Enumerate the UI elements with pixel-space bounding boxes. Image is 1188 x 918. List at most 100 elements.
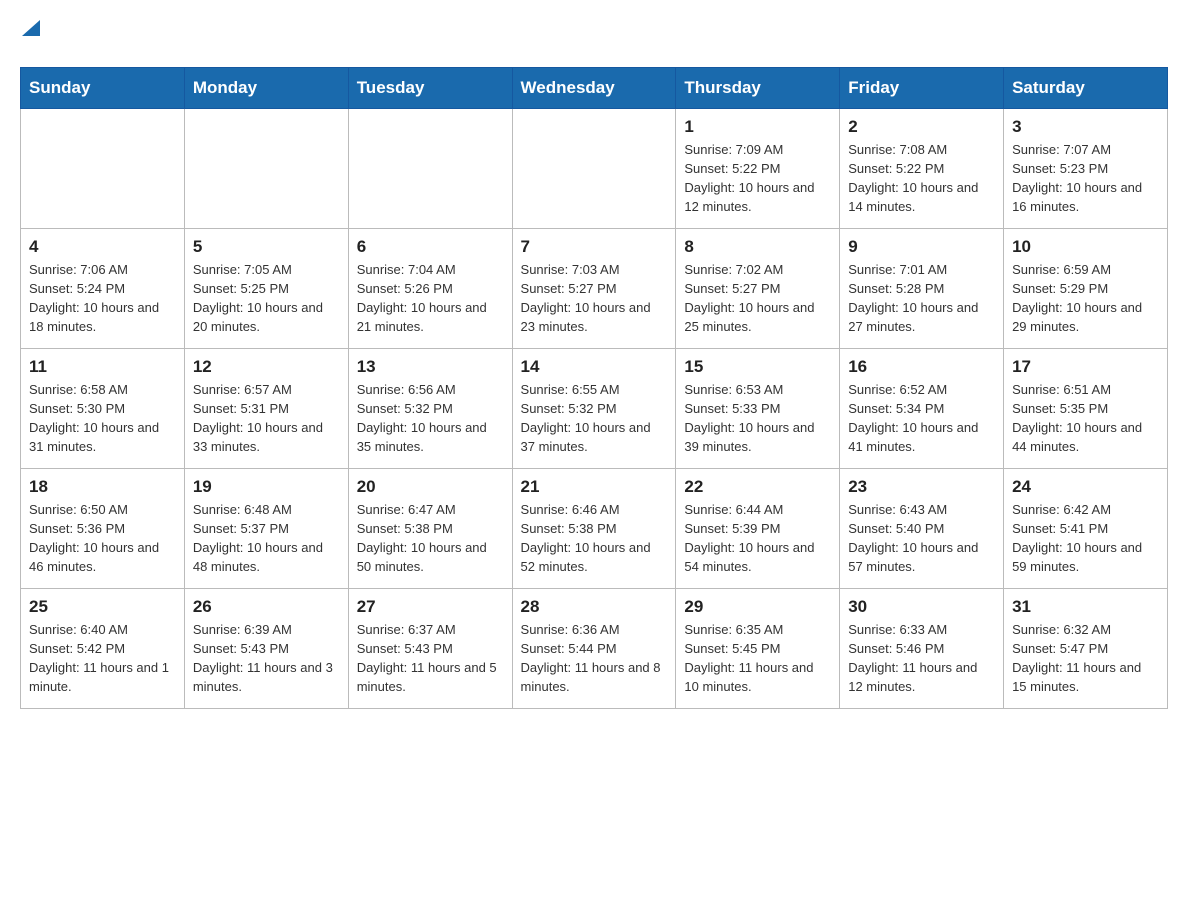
calendar-cell: 15 Sunrise: 6:53 AMSunset: 5:33 PMDayligh…	[676, 349, 840, 469]
calendar-table: SundayMondayTuesdayWednesdayThursdayFrid…	[20, 67, 1168, 709]
day-number: 7	[521, 237, 668, 257]
weekday-header-sunday: Sunday	[21, 68, 185, 109]
day-number: 30	[848, 597, 995, 617]
day-info: Sunrise: 7:08 AMSunset: 5:22 PMDaylight:…	[848, 141, 995, 216]
day-number: 2	[848, 117, 995, 137]
weekday-header-wednesday: Wednesday	[512, 68, 676, 109]
day-number: 10	[1012, 237, 1159, 257]
calendar-cell: 6 Sunrise: 7:04 AMSunset: 5:26 PMDaylight…	[348, 229, 512, 349]
logo	[20, 20, 58, 47]
day-info: Sunrise: 6:44 AMSunset: 5:39 PMDaylight:…	[684, 501, 831, 576]
day-number: 29	[684, 597, 831, 617]
day-info: Sunrise: 7:09 AMSunset: 5:22 PMDaylight:…	[684, 141, 831, 216]
calendar-cell: 16Sunrise: 6:52 AMSunset: 5:34 PMDayligh…	[840, 349, 1004, 469]
calendar-cell: 19 Sunrise: 6:48 AMSunset: 5:37 PMDayligh…	[184, 469, 348, 589]
day-info: Sunrise: 6:36 AMSunset: 5:44 PMDaylight:…	[521, 621, 668, 696]
day-number: 13	[357, 357, 504, 377]
day-number: 17	[1012, 357, 1159, 377]
day-number: 14	[521, 357, 668, 377]
calendar-week-2: 4 Sunrise: 7:06 AMSunset: 5:24 PMDaylight…	[21, 229, 1168, 349]
calendar-cell	[512, 109, 676, 229]
day-info: Sunrise: 6:59 AMSunset: 5:29 PMDaylight:…	[1012, 261, 1159, 336]
calendar-cell: 12 Sunrise: 6:57 AMSunset: 5:31 PMDayligh…	[184, 349, 348, 469]
day-info: Sunrise: 6:33 AMSunset: 5:46 PMDaylight:…	[848, 621, 995, 696]
calendar-cell: 13 Sunrise: 6:56 AMSunset: 5:32 PMDayligh…	[348, 349, 512, 469]
day-info: Sunrise: 7:03 AMSunset: 5:27 PMDaylight:…	[521, 261, 668, 336]
day-info: Sunrise: 6:58 AMSunset: 5:30 PMDaylight:…	[29, 381, 176, 456]
day-info: Sunrise: 6:56 AMSunset: 5:32 PMDaylight:…	[357, 381, 504, 456]
day-info: Sunrise: 6:47 AMSunset: 5:38 PMDaylight:…	[357, 501, 504, 576]
calendar-cell: 25Sunrise: 6:40 AMSunset: 5:42 PMDayligh…	[21, 589, 185, 709]
day-info: Sunrise: 6:32 AMSunset: 5:47 PMDaylight:…	[1012, 621, 1159, 696]
weekday-header-saturday: Saturday	[1004, 68, 1168, 109]
day-info: Sunrise: 6:57 AMSunset: 5:31 PMDaylight:…	[193, 381, 340, 456]
calendar-cell: 3 Sunrise: 7:07 AMSunset: 5:23 PMDaylight…	[1004, 109, 1168, 229]
calendar-cell: 9 Sunrise: 7:01 AMSunset: 5:28 PMDaylight…	[840, 229, 1004, 349]
day-number: 8	[684, 237, 831, 257]
calendar-cell: 5Sunrise: 7:05 AMSunset: 5:25 PMDaylight…	[184, 229, 348, 349]
day-info: Sunrise: 6:37 AMSunset: 5:43 PMDaylight:…	[357, 621, 504, 696]
calendar-cell: 4 Sunrise: 7:06 AMSunset: 5:24 PMDaylight…	[21, 229, 185, 349]
calendar-cell: 7 Sunrise: 7:03 AMSunset: 5:27 PMDaylight…	[512, 229, 676, 349]
calendar-cell: 1 Sunrise: 7:09 AMSunset: 5:22 PMDaylight…	[676, 109, 840, 229]
day-info: Sunrise: 6:42 AMSunset: 5:41 PMDaylight:…	[1012, 501, 1159, 576]
calendar-cell: 22 Sunrise: 6:44 AMSunset: 5:39 PMDayligh…	[676, 469, 840, 589]
day-number: 18	[29, 477, 176, 497]
day-number: 1	[684, 117, 831, 137]
weekday-header-tuesday: Tuesday	[348, 68, 512, 109]
weekday-header-monday: Monday	[184, 68, 348, 109]
calendar-cell: 11 Sunrise: 6:58 AMSunset: 5:30 PMDayligh…	[21, 349, 185, 469]
calendar-cell: 26Sunrise: 6:39 AMSunset: 5:43 PMDayligh…	[184, 589, 348, 709]
calendar-cell	[184, 109, 348, 229]
day-info: Sunrise: 6:53 AMSunset: 5:33 PMDaylight:…	[684, 381, 831, 456]
day-info: Sunrise: 6:48 AMSunset: 5:37 PMDaylight:…	[193, 501, 340, 576]
day-number: 28	[521, 597, 668, 617]
day-number: 3	[1012, 117, 1159, 137]
calendar-week-4: 18 Sunrise: 6:50 AMSunset: 5:36 PMDayligh…	[21, 469, 1168, 589]
day-info: Sunrise: 6:39 AMSunset: 5:43 PMDaylight:…	[193, 621, 340, 696]
day-number: 21	[521, 477, 668, 497]
day-number: 27	[357, 597, 504, 617]
day-info: Sunrise: 7:05 AMSunset: 5:25 PMDaylight:…	[193, 261, 340, 336]
calendar-week-1: 1 Sunrise: 7:09 AMSunset: 5:22 PMDaylight…	[21, 109, 1168, 229]
day-number: 23	[848, 477, 995, 497]
day-number: 12	[193, 357, 340, 377]
calendar-cell: 10 Sunrise: 6:59 AMSunset: 5:29 PMDayligh…	[1004, 229, 1168, 349]
calendar-cell	[348, 109, 512, 229]
weekday-header-thursday: Thursday	[676, 68, 840, 109]
day-info: Sunrise: 7:01 AMSunset: 5:28 PMDaylight:…	[848, 261, 995, 336]
calendar-cell: 8Sunrise: 7:02 AMSunset: 5:27 PMDaylight…	[676, 229, 840, 349]
calendar-cell: 14 Sunrise: 6:55 AMSunset: 5:32 PMDayligh…	[512, 349, 676, 469]
day-info: Sunrise: 6:46 AMSunset: 5:38 PMDaylight:…	[521, 501, 668, 576]
calendar-cell: 2 Sunrise: 7:08 AMSunset: 5:22 PMDaylight…	[840, 109, 1004, 229]
calendar-header-row: SundayMondayTuesdayWednesdayThursdayFrid…	[21, 68, 1168, 109]
day-info: Sunrise: 6:50 AMSunset: 5:36 PMDaylight:…	[29, 501, 176, 576]
calendar-cell: 18 Sunrise: 6:50 AMSunset: 5:36 PMDayligh…	[21, 469, 185, 589]
day-info: Sunrise: 7:07 AMSunset: 5:23 PMDaylight:…	[1012, 141, 1159, 216]
day-number: 15	[684, 357, 831, 377]
calendar-cell: 21 Sunrise: 6:46 AMSunset: 5:38 PMDayligh…	[512, 469, 676, 589]
calendar-cell: 29Sunrise: 6:35 AMSunset: 5:45 PMDayligh…	[676, 589, 840, 709]
day-number: 31	[1012, 597, 1159, 617]
day-info: Sunrise: 6:43 AMSunset: 5:40 PMDaylight:…	[848, 501, 995, 576]
page-header	[20, 20, 1168, 47]
day-number: 11	[29, 357, 176, 377]
weekday-header-friday: Friday	[840, 68, 1004, 109]
day-number: 19	[193, 477, 340, 497]
day-number: 20	[357, 477, 504, 497]
day-number: 24	[1012, 477, 1159, 497]
day-number: 16	[848, 357, 995, 377]
calendar-cell: 20 Sunrise: 6:47 AMSunset: 5:38 PMDayligh…	[348, 469, 512, 589]
day-info: Sunrise: 6:55 AMSunset: 5:32 PMDaylight:…	[521, 381, 668, 456]
day-info: Sunrise: 7:06 AMSunset: 5:24 PMDaylight:…	[29, 261, 176, 336]
calendar-cell: 31 Sunrise: 6:32 AMSunset: 5:47 PMDayligh…	[1004, 589, 1168, 709]
calendar-cell: 27 Sunrise: 6:37 AMSunset: 5:43 PMDayligh…	[348, 589, 512, 709]
day-info: Sunrise: 7:04 AMSunset: 5:26 PMDaylight:…	[357, 261, 504, 336]
day-info: Sunrise: 6:51 AMSunset: 5:35 PMDaylight:…	[1012, 381, 1159, 456]
day-number: 6	[357, 237, 504, 257]
day-number: 4	[29, 237, 176, 257]
logo-triangle-icon	[20, 18, 42, 40]
calendar-cell: 28 Sunrise: 6:36 AMSunset: 5:44 PMDayligh…	[512, 589, 676, 709]
day-number: 9	[848, 237, 995, 257]
day-number: 22	[684, 477, 831, 497]
